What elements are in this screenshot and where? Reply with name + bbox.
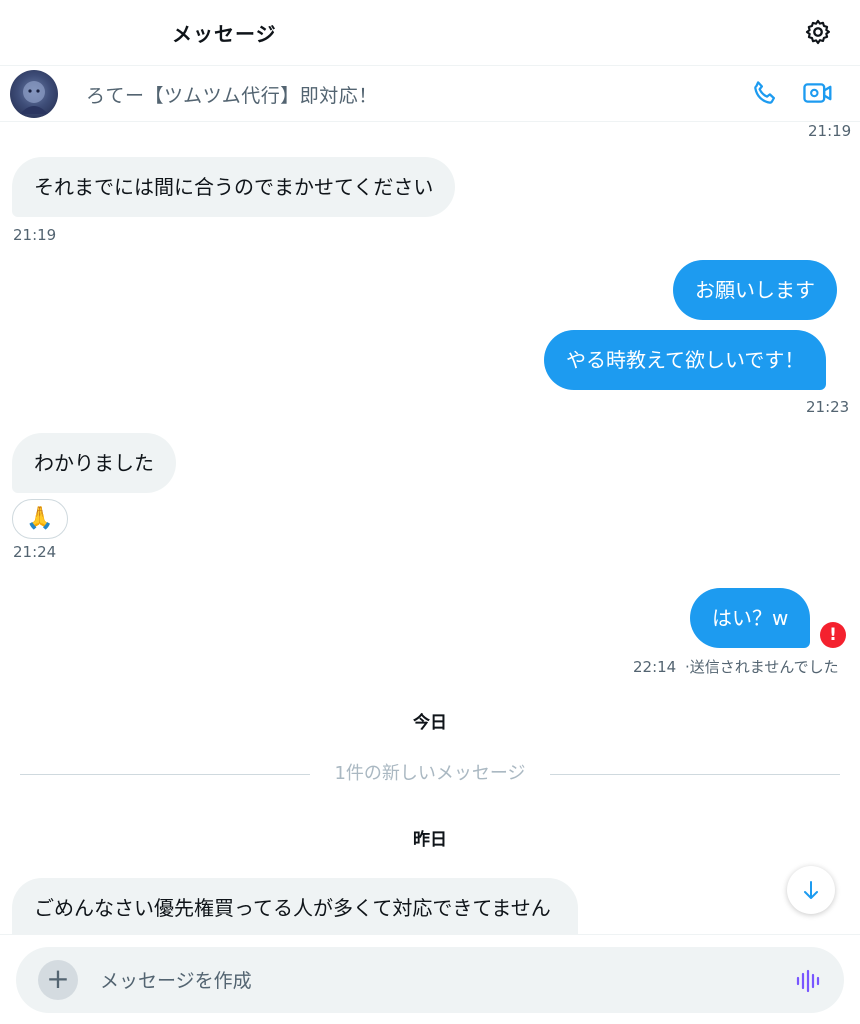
new-messages-divider: 1件の新しいメッセージ: [20, 762, 840, 786]
message-timestamp: 21:19: [808, 122, 852, 140]
message-input[interactable]: [100, 967, 700, 995]
avatar[interactable]: [10, 70, 58, 118]
message-list[interactable]: 21:19 それまでには間に合うのでまかせてください 21:19 お願いします …: [0, 122, 860, 934]
voice-wave-icon[interactable]: [794, 967, 822, 995]
day-separator-today: 今日: [413, 713, 447, 733]
day-separator-yesterday: 昨日: [413, 830, 447, 850]
arrow-down-icon: [804, 881, 818, 899]
incoming-message[interactable]: ごめんなさい優先権買ってる人が多くて対応できてません: [12, 878, 578, 934]
outgoing-message[interactable]: お願いします: [673, 260, 837, 320]
message-timestamp: 21:19: [13, 226, 57, 244]
message-time: 22:14: [633, 658, 677, 676]
send-failed-status[interactable]: ·送信されませんでした: [685, 658, 839, 676]
video-camera-icon[interactable]: [802, 78, 834, 108]
outgoing-message[interactable]: はい？w: [690, 588, 811, 648]
conversation-name[interactable]: ろてー【ツムツム代行】即対応！: [86, 81, 378, 108]
phone-icon[interactable]: [750, 78, 780, 108]
error-icon[interactable]: !: [820, 622, 846, 648]
composer-bar: +: [0, 934, 860, 1024]
message-timestamp: 21:23: [806, 398, 850, 416]
composer-box: +: [16, 947, 844, 1013]
gear-icon[interactable]: [804, 18, 832, 46]
scroll-to-bottom-button[interactable]: [787, 866, 835, 914]
page-title: メッセージ: [172, 22, 277, 46]
divider-line: [550, 774, 840, 775]
incoming-message[interactable]: それまでには間に合うのでまかせてください: [12, 157, 456, 217]
top-header: メッセージ: [0, 0, 860, 66]
message-timestamp: 22:14 ·送信されませんでした: [633, 656, 839, 677]
message-timestamp: 21:24: [13, 543, 57, 561]
conversation-header: ろてー【ツムツム代行】即対応！: [0, 66, 860, 122]
add-media-button[interactable]: +: [38, 960, 78, 1000]
reaction-emoji[interactable]: 🙏: [12, 499, 68, 539]
incoming-message[interactable]: わかりました: [12, 433, 176, 493]
outgoing-message[interactable]: やる時教えて欲しいです！: [544, 330, 827, 390]
